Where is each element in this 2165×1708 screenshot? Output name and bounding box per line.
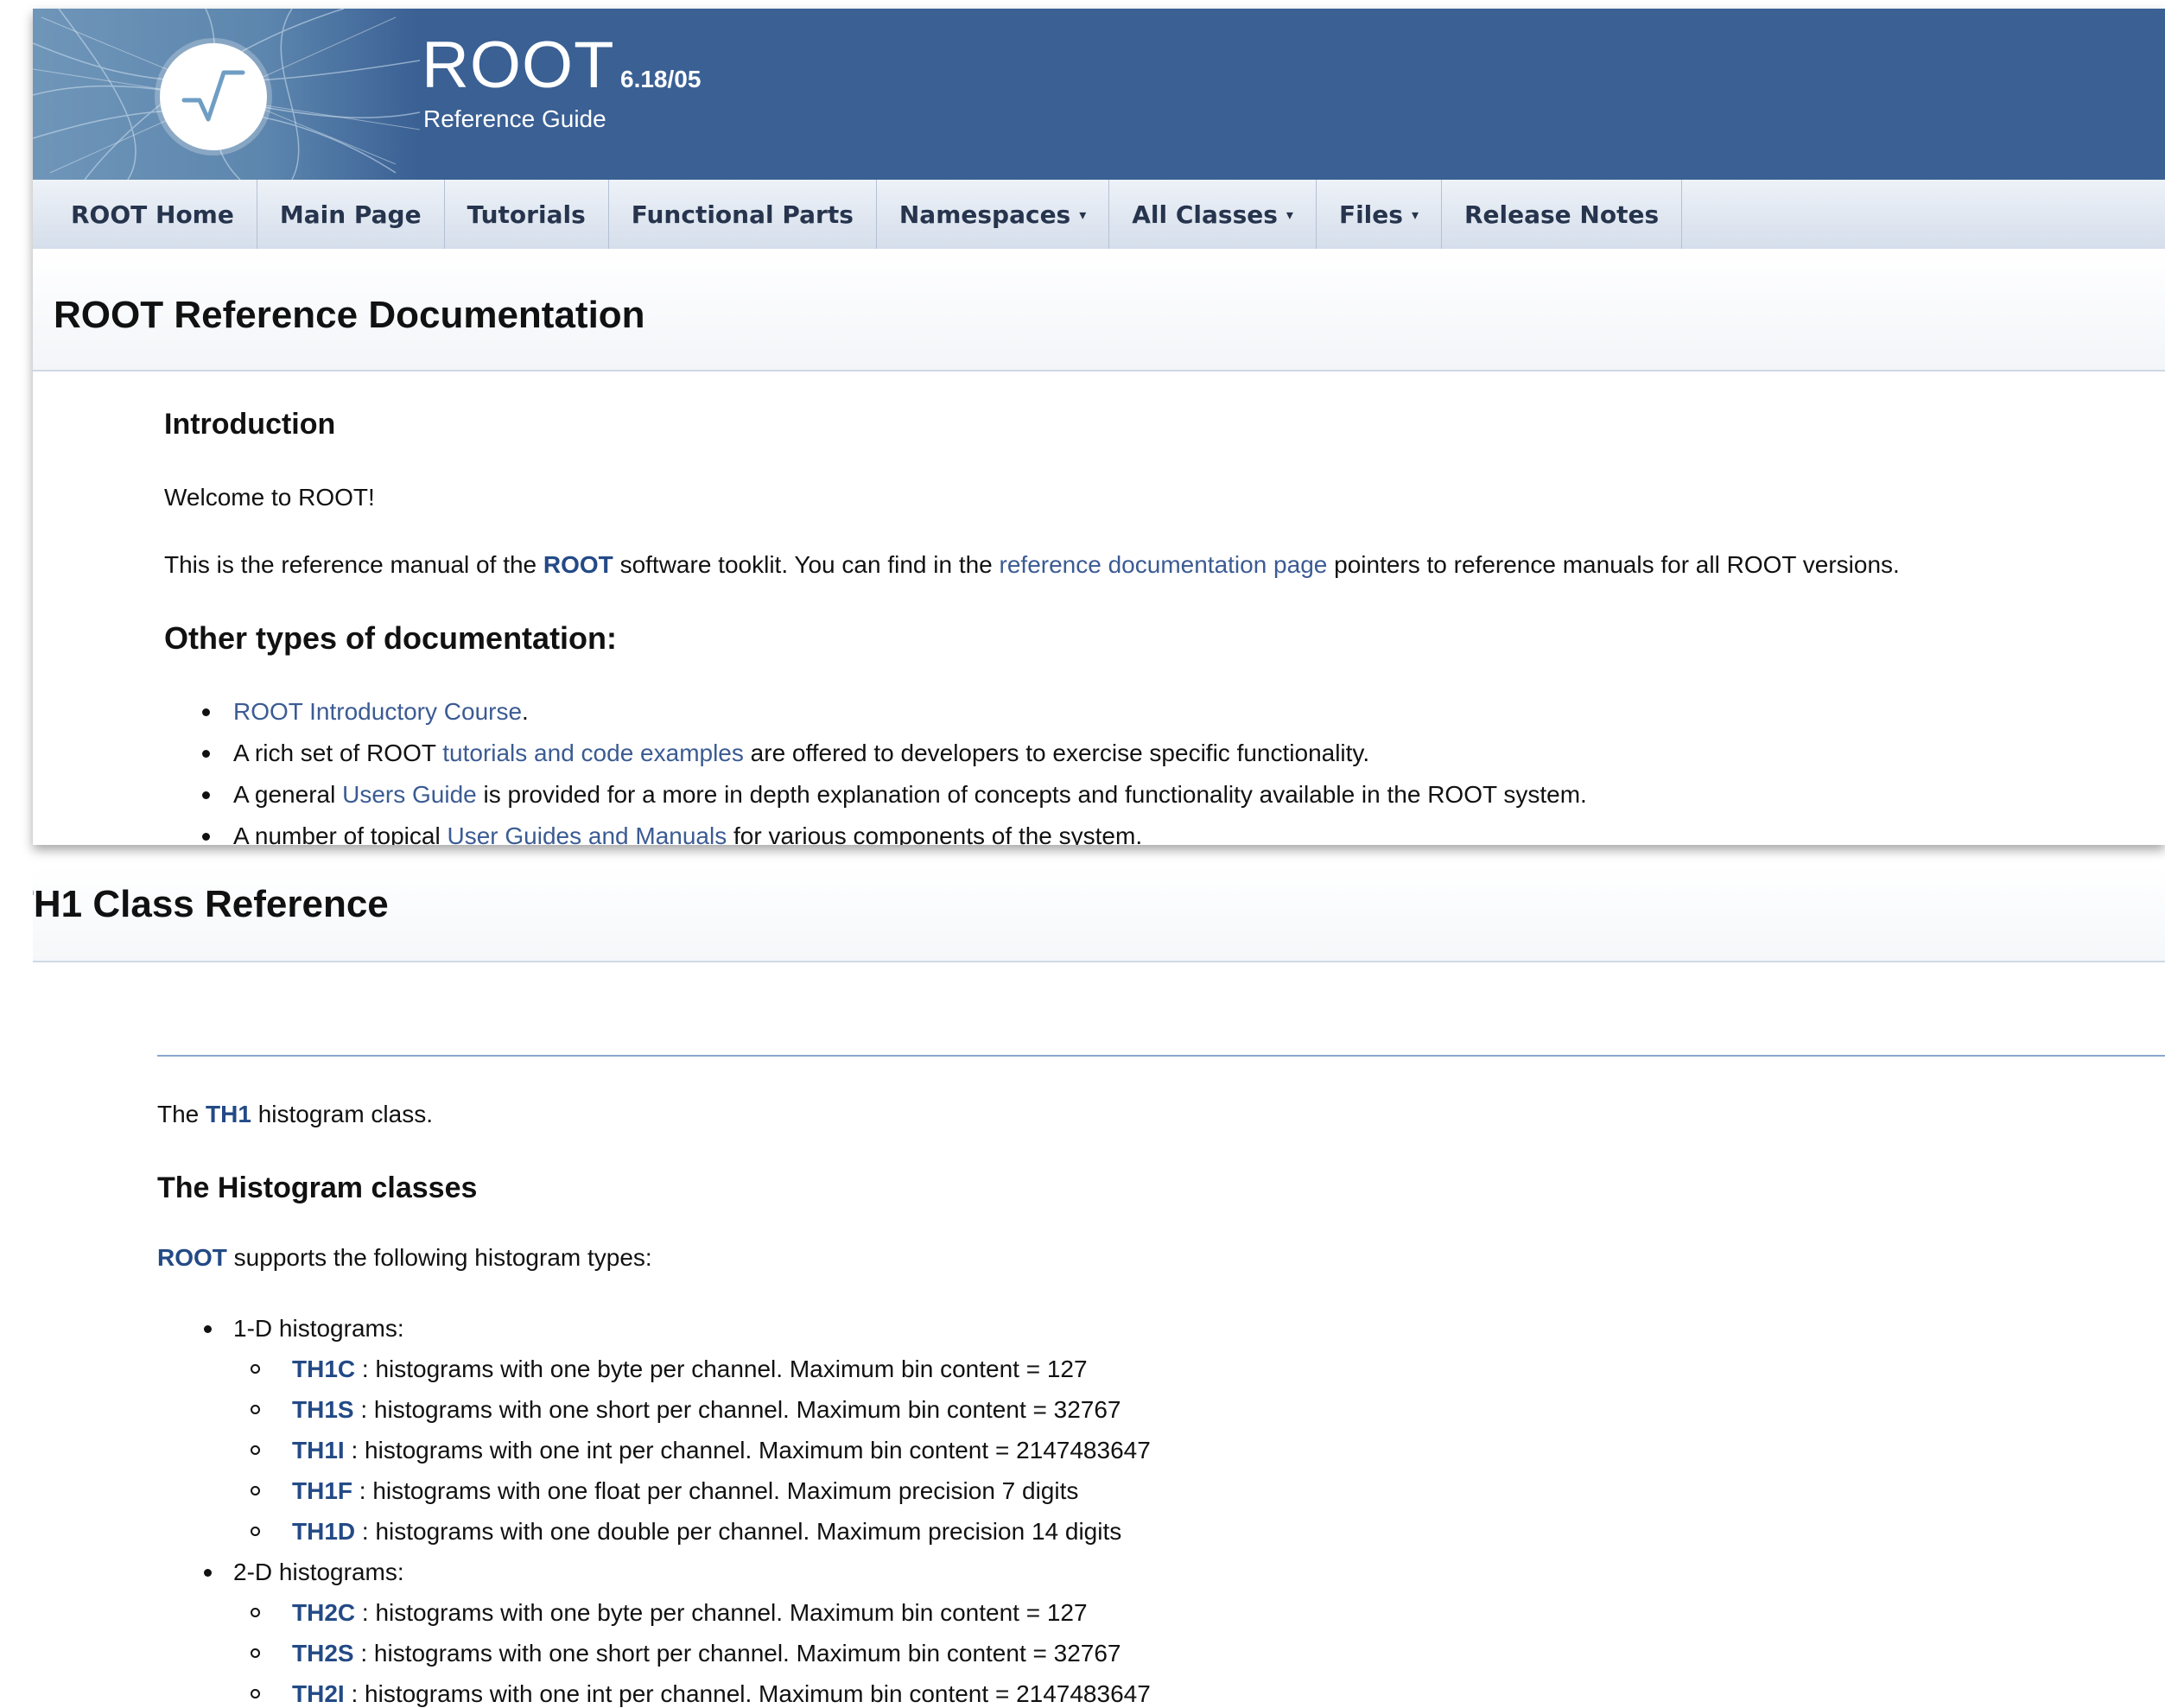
nav-label: ROOT Home — [71, 200, 234, 229]
sub-list-2d: TH2C : histograms with one byte per chan… — [233, 1592, 1151, 1708]
text: is provided for a more in depth explanat… — [476, 781, 1587, 808]
text: for various components of the system. — [727, 822, 1143, 845]
section-heading-histogram-classes: The Histogram classes — [157, 1171, 478, 1204]
list-item: TH1C : histograms with one byte per chan… — [233, 1349, 1151, 1389]
th1c-link[interactable]: TH1C — [292, 1356, 355, 1382]
intro-paragraph: This is the reference manual of the ROOT… — [164, 551, 1900, 579]
text: : histograms with one byte per channel. … — [355, 1356, 1088, 1382]
list-item: A general Users Guide is provided for a … — [199, 774, 1587, 816]
th2c-link[interactable]: TH2C — [292, 1599, 355, 1626]
root-link[interactable]: ROOT — [157, 1244, 227, 1271]
nav-label: Tutorials — [467, 200, 586, 229]
reference-documentation-link[interactable]: reference documentation page — [1000, 551, 1328, 578]
nav-namespaces-dropdown[interactable]: Namespaces ▾ — [877, 180, 1110, 249]
page-title: TH1 Class Reference — [33, 883, 389, 925]
text: : histograms with one byte per channel. … — [355, 1599, 1088, 1626]
text: The — [157, 1101, 206, 1127]
list-item: TH2I : histograms with one int per chann… — [233, 1673, 1151, 1708]
list-item: TH1F : histograms with one float per cha… — [233, 1470, 1151, 1511]
nav-label: Functional Parts — [631, 200, 854, 229]
brand-title[interactable]: ROOT — [422, 28, 615, 103]
list-item-1d: 1-D histograms: TH1C : histograms with o… — [202, 1308, 1151, 1552]
brand-subtitle: Reference Guide — [423, 105, 606, 132]
documentation-list: ROOT Introductory Course. A rich set of … — [199, 691, 1587, 845]
nav-all-classes-dropdown[interactable]: All Classes ▾ — [1109, 180, 1317, 249]
nav-label: Namespaces — [898, 200, 1071, 229]
section-heading-introduction: Introduction — [164, 408, 336, 441]
list-item: TH1I : histograms with one int per chann… — [233, 1430, 1151, 1470]
text: This is the reference manual of the — [164, 551, 543, 578]
nav-label: Files — [1338, 200, 1403, 229]
root-logo-icon[interactable] — [160, 43, 267, 150]
nav-root-home[interactable]: ROOT Home — [33, 180, 257, 249]
list-item-2d: 2-D histograms: TH2C : histograms with o… — [202, 1552, 1151, 1708]
th1i-link[interactable]: TH1I — [292, 1437, 345, 1464]
caret-down-icon: ▾ — [1411, 206, 1419, 223]
text: are offered to developers to exercise sp… — [743, 740, 1370, 766]
text: software tooklit. You can find in the — [613, 551, 1000, 578]
tutorials-link[interactable]: tutorials and code examples — [442, 740, 744, 766]
text: : histograms with one int per channel. M… — [344, 1437, 1151, 1464]
list-item: TH1S : histograms with one short per cha… — [233, 1389, 1151, 1430]
class-intro: The TH1 histogram class. — [157, 1101, 433, 1128]
welcome-text: Welcome to ROOT! — [164, 484, 375, 511]
th1s-link[interactable]: TH1S — [292, 1396, 354, 1423]
list-item: TH1D : histograms with one double per ch… — [233, 1511, 1151, 1552]
users-guide-link[interactable]: Users Guide — [342, 781, 477, 808]
root-link[interactable]: ROOT — [543, 551, 613, 578]
nav-main-page[interactable]: Main Page — [257, 180, 445, 249]
list-item: TH2C : histograms with one byte per chan… — [233, 1592, 1151, 1633]
histogram-types-list: 1-D histograms: TH1C : histograms with o… — [202, 1308, 1151, 1708]
caret-down-icon: ▾ — [1286, 206, 1293, 223]
divider — [157, 1055, 2165, 1057]
group-label: 2-D histograms: — [233, 1559, 404, 1585]
list-item: A number of topical User Guides and Manu… — [199, 816, 1587, 845]
nav-release-notes[interactable]: Release Notes — [1442, 180, 1683, 249]
list-item: A rich set of ROOT tutorials and code ex… — [199, 733, 1587, 774]
nav-label: All Classes — [1132, 200, 1278, 229]
list-item: TH2S : histograms with one short per cha… — [233, 1633, 1151, 1673]
th1d-link[interactable]: TH1D — [292, 1518, 355, 1545]
brand-version: 6.18/05 — [620, 66, 702, 92]
text: histogram class. — [251, 1101, 434, 1127]
nav-label: Release Notes — [1463, 200, 1660, 229]
nav-tutorials[interactable]: Tutorials — [445, 180, 609, 249]
text: . — [522, 698, 529, 725]
list-item: ROOT Introductory Course. — [199, 691, 1587, 733]
th2i-link[interactable]: TH2I — [292, 1680, 345, 1707]
section-heading-other-docs: Other types of documentation: — [164, 620, 618, 656]
group-label: 1-D histograms: — [233, 1315, 404, 1342]
text: : histograms with one short per channel.… — [353, 1640, 1121, 1667]
text: A number of topical — [233, 822, 448, 845]
main-navbar: ROOT Home Main Page Tutorials Functional… — [33, 180, 2165, 250]
intro-course-link[interactable]: ROOT Introductory Course — [233, 698, 522, 725]
supports-text: ROOT supports the following histogram ty… — [157, 1244, 652, 1272]
sub-list-1d: TH1C : histograms with one byte per chan… — [233, 1349, 1151, 1552]
caret-down-icon: ▾ — [1079, 206, 1087, 223]
page-header: TH1 Class Reference — [33, 866, 2165, 962]
text: supports the following histogram types: — [226, 1244, 652, 1271]
text: pointers to reference manuals for all RO… — [1327, 551, 1900, 578]
header-banner: ROOT 6.18/05 Reference Guide — [33, 9, 2165, 180]
th1-link[interactable]: TH1 — [206, 1101, 251, 1127]
text: : histograms with one short per channel.… — [353, 1396, 1121, 1423]
th1-class-reference-panel: TH1 Class Reference The TH1 histogram cl… — [33, 866, 2165, 1708]
banner-artwork — [33, 9, 420, 180]
text: A rich set of ROOT — [233, 740, 443, 766]
th1f-link[interactable]: TH1F — [292, 1477, 352, 1504]
text: : histograms with one int per channel. M… — [344, 1680, 1151, 1707]
th2s-link[interactable]: TH2S — [292, 1640, 354, 1667]
text: : histograms with one float per channel.… — [352, 1477, 1079, 1504]
text: A general — [233, 781, 343, 808]
nav-functional-parts[interactable]: Functional Parts — [609, 180, 877, 249]
nav-files-dropdown[interactable]: Files ▾ — [1317, 180, 1442, 249]
page-title: ROOT Reference Documentation — [54, 294, 645, 336]
text: : histograms with one double per channel… — [355, 1518, 1122, 1545]
nav-label: Main Page — [279, 200, 422, 229]
user-guides-manuals-link[interactable]: User Guides and Manuals — [447, 822, 727, 845]
page-header: ROOT Reference Documentation — [33, 249, 2165, 371]
root-reference-panel: ROOT 6.18/05 Reference Guide ROOT Home M… — [33, 9, 2165, 845]
